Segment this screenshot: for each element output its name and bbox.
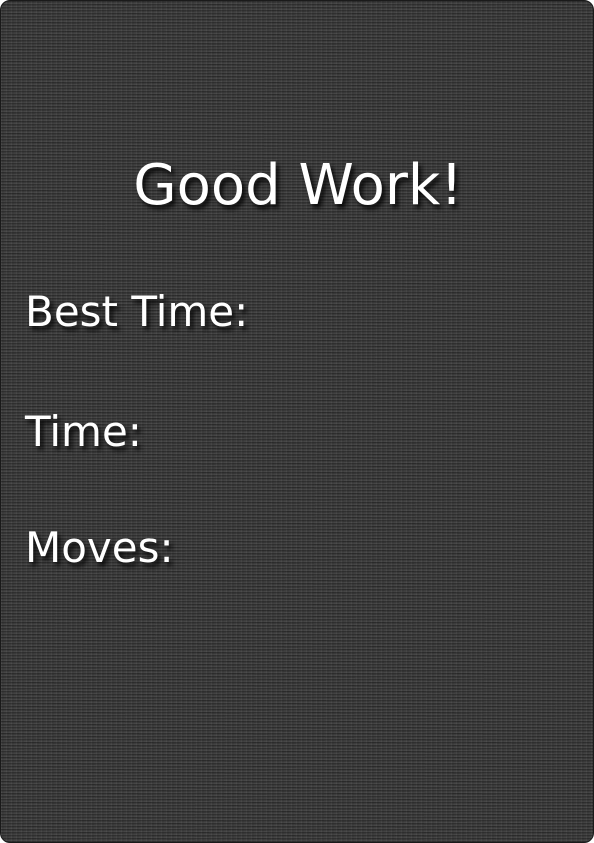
moves-row: Moves: — [25, 523, 186, 572]
time-row: Time: — [25, 407, 154, 456]
moves-label: Moves: — [25, 523, 174, 572]
best-time-row: Best Time: — [25, 287, 260, 336]
best-time-label: Best Time: — [25, 287, 249, 336]
result-title: Good Work! — [133, 153, 463, 218]
time-label: Time: — [25, 407, 142, 456]
game-over-panel: Good Work! Best Time: Time: Moves: — [0, 0, 594, 843]
